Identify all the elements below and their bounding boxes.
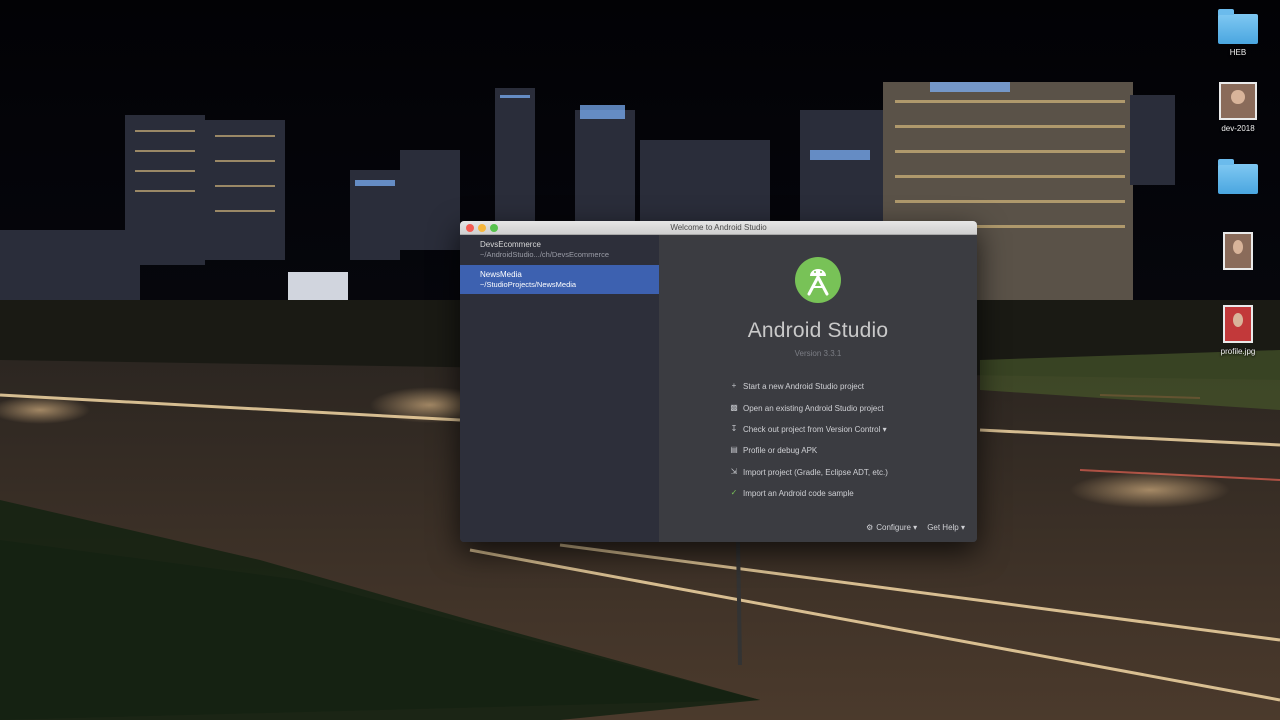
- desktop-icon-label: dev-2018: [1221, 124, 1255, 133]
- desktop-icon-label: profile.jpg: [1220, 347, 1256, 356]
- configure-label: Configure ▾: [876, 523, 918, 532]
- window-title: Welcome to Android Studio: [670, 223, 767, 232]
- recent-project-devsecommerce[interactable]: DevsEcommerce ~/AndroidStudio.../ch/Devs…: [460, 235, 659, 264]
- get-help-label: Get Help ▾: [927, 523, 965, 532]
- welcome-window: Welcome to Android Studio DevsEcommerce …: [460, 221, 977, 542]
- get-help-menu[interactable]: Get Help ▾: [927, 523, 965, 532]
- android-studio-logo-icon: [794, 256, 842, 304]
- desktop-icon-folder[interactable]: [1208, 159, 1268, 198]
- title-bar[interactable]: Welcome to Android Studio: [460, 221, 977, 235]
- photo-thumbnail-icon: [1223, 305, 1253, 343]
- configure-menu[interactable]: ⚙ Configure ▾: [866, 523, 917, 532]
- recent-project-name: NewsMedia: [480, 270, 522, 279]
- folder-open-icon: ▩: [730, 403, 738, 412]
- desktop-icon-label: HEB: [1229, 48, 1247, 57]
- import-code-sample-action[interactable]: ✓ Import an Android code sample: [729, 486, 854, 500]
- vcs-checkout-action[interactable]: ↧ Check out project from Version Control…: [729, 422, 887, 436]
- gear-icon: ⚙: [866, 523, 874, 532]
- app-name: Android Studio: [747, 319, 889, 342]
- action-label: Import project (Gradle, Eclipse ADT, etc…: [743, 467, 888, 477]
- import-icon: ⇲: [730, 467, 738, 476]
- desktop-icon-profile-jpg[interactable]: profile.jpg: [1208, 305, 1268, 356]
- folder-icon: [1218, 159, 1258, 194]
- recent-project-newsmedia[interactable]: NewsMedia ~/StudioProjects/NewsMedia: [460, 265, 659, 294]
- desktop-icon-heb-folder[interactable]: HEB: [1208, 9, 1268, 57]
- action-label: Check out project from Version Control ▾: [743, 424, 887, 434]
- app-version: Version 3.3.1: [794, 349, 842, 358]
- start-new-project-action[interactable]: + Start a new Android Studio project: [729, 379, 864, 393]
- action-label: Profile or debug APK: [743, 445, 818, 455]
- recent-project-name: DevsEcommerce: [480, 240, 541, 249]
- import-project-action[interactable]: ⇲ Import project (Gradle, Eclipse ADT, e…: [729, 465, 888, 479]
- code-sample-icon: ✓: [730, 488, 738, 497]
- recent-projects-panel: DevsEcommerce ~/AndroidStudio.../ch/Devs…: [460, 235, 659, 542]
- folder-icon: [1218, 9, 1258, 44]
- profile-debug-apk-action[interactable]: ▤ Profile or debug APK: [729, 443, 817, 457]
- action-label: Open an existing Android Studio project: [743, 403, 884, 413]
- welcome-main-panel: Android Studio Version 3.3.1 + Start a n…: [659, 235, 977, 542]
- photo-thumbnail-icon: [1219, 82, 1257, 120]
- action-label: Import an Android code sample: [743, 488, 854, 498]
- action-label: Start a new Android Studio project: [743, 381, 864, 391]
- vcs-checkout-icon: ↧: [730, 424, 738, 433]
- plus-icon: +: [731, 381, 737, 390]
- bottom-links: ⚙ Configure ▾ Get Help ▾: [866, 523, 965, 532]
- desktop-icon-photo[interactable]: [1208, 232, 1268, 274]
- desktop-icon-dev-photo[interactable]: dev-2018: [1208, 82, 1268, 133]
- recent-project-path: ~/StudioProjects/NewsMedia: [480, 280, 577, 289]
- apk-icon: ▤: [730, 445, 738, 454]
- open-existing-project-action[interactable]: ▩ Open an existing Android Studio projec…: [729, 401, 884, 415]
- recent-project-path: ~/AndroidStudio.../ch/DevsEcommerce: [480, 250, 610, 259]
- photo-thumbnail-icon: [1223, 232, 1253, 270]
